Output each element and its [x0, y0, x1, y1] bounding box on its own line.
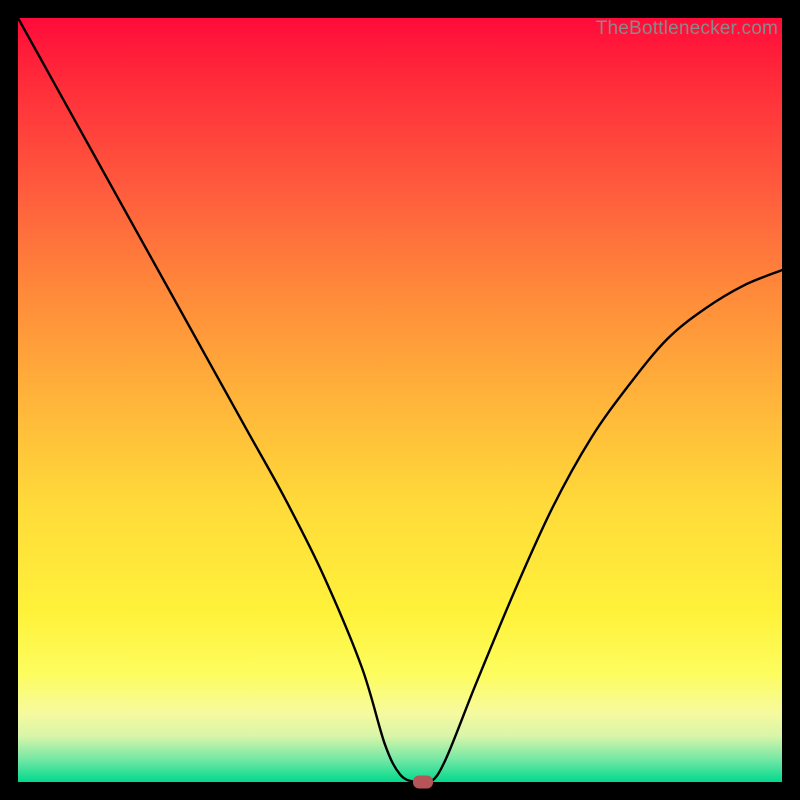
plot-area: TheBottlenecker.com [18, 18, 782, 782]
curve-line [18, 18, 782, 782]
chart-frame: TheBottlenecker.com [0, 0, 800, 800]
watermark-text: TheBottlenecker.com [596, 18, 778, 40]
minimum-marker [413, 776, 433, 789]
